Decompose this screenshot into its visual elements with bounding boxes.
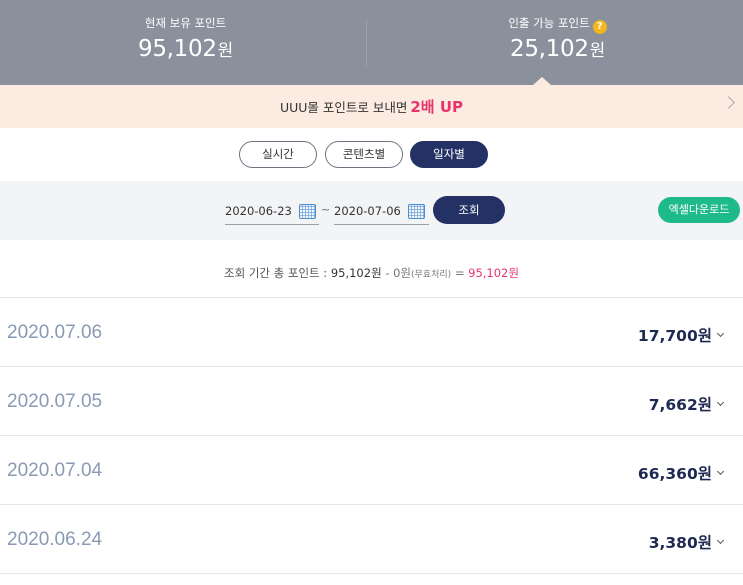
withdrawable-points-label-text: 인출 가능 포인트	[508, 16, 590, 30]
withdrawable-points-unit: 원	[589, 41, 606, 61]
view-tabs: 실시간 콘텐츠별 일자별	[0, 141, 743, 168]
held-points-amount: 95,102	[137, 36, 217, 62]
held-points-value: 95,102원	[0, 36, 371, 62]
promo-message: UUU몰 포인트로 보내면	[279, 100, 408, 115]
summary-invalid-note: (무효처리)	[411, 270, 452, 280]
summary-equals: =	[454, 266, 465, 280]
chevron-down-icon[interactable]	[716, 329, 725, 338]
row-date: 2020.07.04	[7, 460, 103, 481]
tab-by-content[interactable]: 콘텐츠별	[325, 141, 403, 168]
promo-banner[interactable]: UUU몰 포인트로 보내면 2배 UP	[0, 85, 743, 128]
daily-points-list: 2020.07.06 17,700원 2020.07.05 7,662원 202…	[0, 298, 743, 574]
promo-highlight: 2배 UP	[410, 98, 464, 116]
tab-by-date[interactable]: 일자별	[410, 141, 488, 168]
date-filter-bar: 2020-06-23 ~ 2020-07-06 조회 엑셀다운로드	[0, 181, 743, 240]
list-item[interactable]: 2020.07.06 17,700원	[0, 298, 743, 367]
list-item[interactable]: 2020.07.05 7,662원	[0, 367, 743, 436]
start-date-field[interactable]: 2020-06-23	[225, 199, 319, 225]
held-points-label: 현재 보유 포인트	[144, 16, 227, 30]
row-date: 2020.07.06	[7, 322, 103, 343]
points-header: 현재 보유 포인트 95,102원 인출 가능 포인트? 25,102원	[0, 0, 743, 85]
row-amount: 7,662원	[648, 396, 712, 414]
summary-total: 95,102원	[330, 266, 382, 280]
start-date-value: 2020-06-23	[225, 204, 292, 218]
held-points-unit: 원	[217, 41, 234, 61]
summary-result: 95,102원	[468, 266, 519, 280]
row-amount: 3,380원	[648, 534, 712, 552]
row-amount: 66,360원	[637, 465, 712, 483]
promo-text: UUU몰 포인트로 보내면 2배 UP	[0, 96, 743, 117]
promo-pointer-notch	[533, 77, 551, 85]
summary-minus: - 0원	[385, 266, 412, 280]
date-range-separator: ~	[321, 203, 331, 216]
calendar-icon[interactable]	[299, 204, 316, 219]
row-date: 2020.07.05	[7, 391, 103, 412]
search-button[interactable]: 조회	[433, 196, 505, 224]
withdrawable-points-panel: 인출 가능 포인트? 25,102원	[372, 0, 743, 85]
withdrawable-points-label: 인출 가능 포인트?	[372, 15, 743, 34]
calendar-icon[interactable]	[408, 204, 425, 219]
withdrawable-points-value: 25,102원	[372, 36, 743, 62]
end-date-field[interactable]: 2020-07-06	[334, 199, 429, 225]
row-date: 2020.06.24	[7, 529, 103, 550]
help-icon[interactable]: ?	[592, 20, 607, 34]
withdrawable-points-amount: 25,102	[509, 36, 589, 62]
list-item[interactable]: 2020.07.04 66,360원	[0, 436, 743, 505]
list-item[interactable]: 2020.06.24 3,380원	[0, 505, 743, 574]
excel-download-button[interactable]: 엑셀다운로드	[658, 197, 740, 223]
chevron-down-icon[interactable]	[716, 536, 725, 545]
summary-prefix: 조회 기간 총 포인트 :	[224, 266, 328, 280]
chevron-down-icon[interactable]	[716, 467, 725, 476]
header-divider	[366, 20, 367, 66]
held-points-panel: 현재 보유 포인트 95,102원	[0, 0, 371, 85]
period-summary: 조회 기간 총 포인트 : 95,102원 - 0원(무효처리) = 95,10…	[0, 265, 743, 281]
row-amount: 17,700원	[637, 327, 712, 345]
end-date-value: 2020-07-06	[334, 204, 401, 218]
tab-realtime[interactable]: 실시간	[239, 141, 317, 168]
chevron-down-icon[interactable]	[716, 398, 725, 407]
